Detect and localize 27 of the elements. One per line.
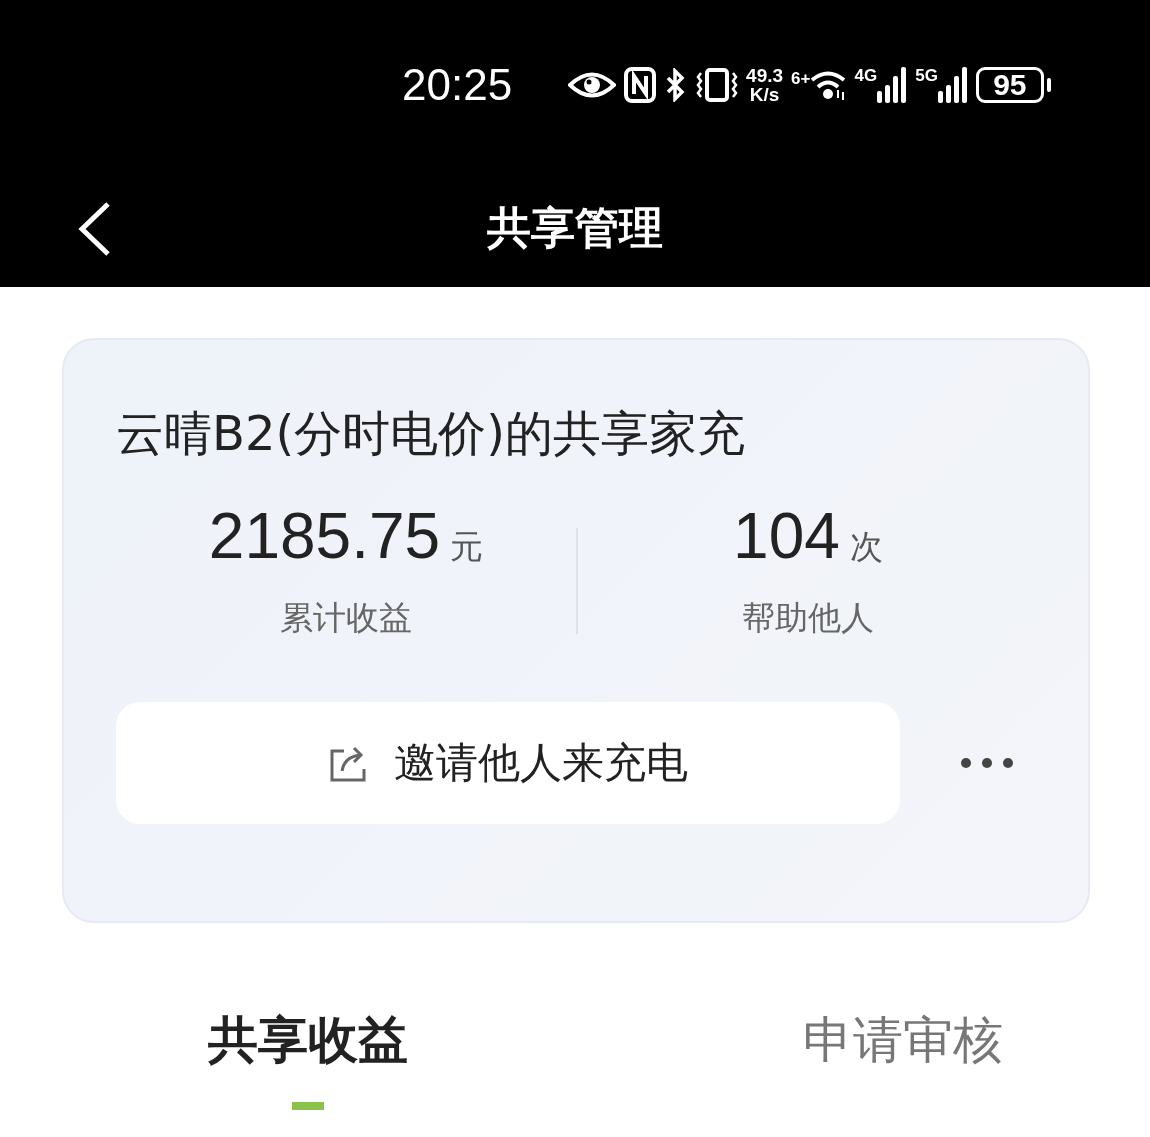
tab[interactable]: 共享收益 bbox=[60, 1007, 555, 1110]
tab-indicator bbox=[291, 1102, 324, 1110]
signal-icon bbox=[937, 67, 968, 103]
wifi-icon bbox=[810, 70, 847, 100]
stat-unit: 次 bbox=[849, 526, 883, 568]
eye-icon bbox=[568, 70, 617, 100]
card-title: 云晴B2(分时电价)的共享家充 bbox=[116, 404, 746, 463]
stat-label: 累计收益 bbox=[280, 597, 412, 639]
page-title: 共享管理 bbox=[487, 201, 663, 255]
network-speed: K/s bbox=[749, 85, 780, 104]
more-icon bbox=[960, 757, 1014, 769]
stat-value: 104 bbox=[733, 504, 840, 568]
stat-label: 帮助他人 bbox=[742, 597, 874, 639]
network-speed: 49.3 bbox=[746, 66, 784, 85]
vibrate-icon bbox=[696, 67, 739, 103]
stat-value: 2185.75 bbox=[208, 504, 441, 568]
clock: 20:25 bbox=[402, 60, 513, 110]
stat-unit: 元 bbox=[450, 526, 484, 568]
network-type: 5G bbox=[915, 67, 938, 84]
battery-level: 95 bbox=[975, 67, 1044, 103]
wifi-label: 6+ bbox=[791, 70, 811, 87]
tab[interactable]: 申请审核 bbox=[655, 1007, 1150, 1110]
invite-button[interactable]: 邀请他人来充电 bbox=[116, 702, 900, 824]
signal-icon bbox=[877, 67, 908, 103]
nfc-icon bbox=[624, 67, 657, 103]
network-type: 4G bbox=[854, 67, 878, 84]
back-icon[interactable] bbox=[76, 200, 112, 257]
